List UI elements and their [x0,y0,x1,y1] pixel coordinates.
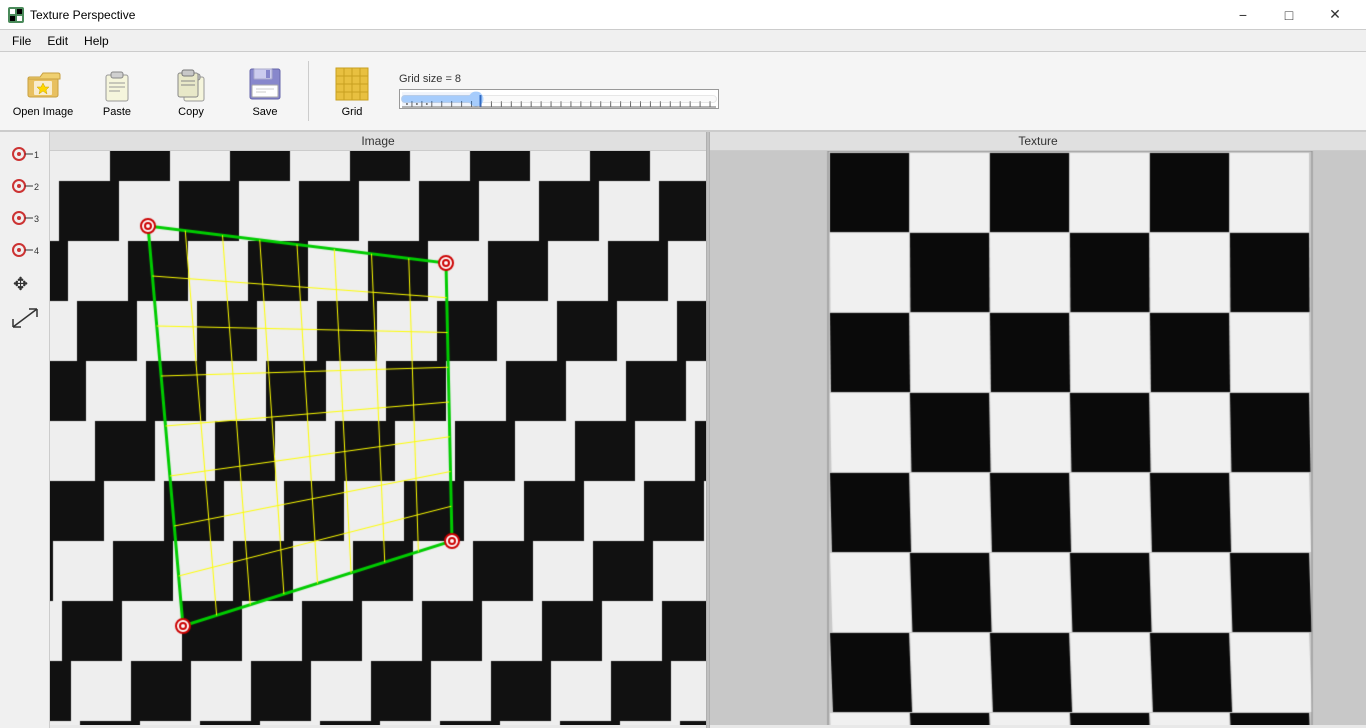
save-icon [245,64,285,104]
grid-size-section: Grid size = 8 [391,69,727,113]
tool-1-button[interactable]: 1 [7,140,43,168]
title-bar-left: Texture Perspective [8,7,135,23]
texture-panel: Texture [710,132,1366,728]
svg-text:3: 3 [34,214,39,224]
texture-canvas-element[interactable] [710,151,1366,725]
menu-edit[interactable]: Edit [39,32,76,50]
image-canvas-element[interactable] [50,151,706,725]
tool-4-button[interactable]: 4 [7,236,43,264]
toolbar-separator [308,61,309,121]
grid-slider-track [399,89,719,109]
canvas-area: Image Texture [50,132,1366,728]
grid-size-slider[interactable] [400,90,718,108]
menu-bar: File Edit Help [0,30,1366,52]
grid-icon [332,64,372,104]
move-tool-button[interactable]: ✥ [7,272,43,300]
tools-panel: 1 2 3 4 [0,132,50,728]
scale-tool-button[interactable] [7,304,43,332]
svg-text:2: 2 [34,182,39,192]
texture-canvas[interactable] [710,151,1366,725]
open-image-icon [23,64,63,104]
menu-help[interactable]: Help [76,32,117,50]
close-button[interactable]: ✕ [1312,0,1358,30]
image-panel: Image [50,132,706,728]
copy-button[interactable]: Copy [156,55,226,127]
title-bar: Texture Perspective − □ ✕ [0,0,1366,30]
toolbar: Open Image Paste [0,52,1366,132]
save-label: Save [252,106,277,118]
grid-label: Grid [342,106,363,118]
app-icon [8,7,24,23]
paste-icon [97,64,137,104]
svg-text:1: 1 [34,150,39,160]
open-image-button[interactable]: Open Image [8,55,78,127]
menu-file[interactable]: File [4,32,39,50]
grid-button[interactable]: Grid [317,55,387,127]
window-title: Texture Perspective [30,8,135,22]
image-panel-label: Image [50,132,706,151]
grid-size-label: Grid size = 8 [399,73,719,85]
save-button[interactable]: Save [230,55,300,127]
paste-label: Paste [103,106,131,118]
copy-label: Copy [178,106,204,118]
svg-text:✥: ✥ [13,275,28,294]
tool-2-button[interactable]: 2 [7,172,43,200]
title-bar-controls: − □ ✕ [1220,0,1358,30]
image-canvas[interactable] [50,151,706,725]
texture-panel-label: Texture [710,132,1366,151]
svg-text:4: 4 [34,246,39,256]
maximize-button[interactable]: □ [1266,0,1312,30]
main-content: 1 2 3 4 [0,132,1366,728]
paste-button[interactable]: Paste [82,55,152,127]
copy-icon [171,64,211,104]
open-image-label: Open Image [13,106,74,118]
minimize-button[interactable]: − [1220,0,1266,30]
tool-3-button[interactable]: 3 [7,204,43,232]
